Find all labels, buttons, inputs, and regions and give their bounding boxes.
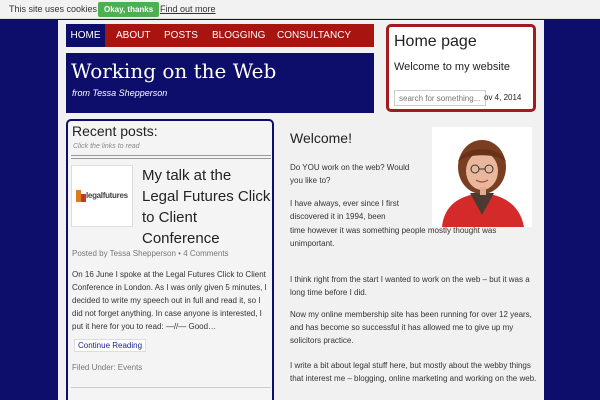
- divider: [71, 387, 271, 388]
- post-excerpt: On 16 June I spoke at the Legal Futures …: [72, 270, 267, 331]
- main-nav: HOME ABOUT POSTS BLOGGING CONSULTANCY: [66, 24, 374, 47]
- nav-item-consultancy[interactable]: CONSULTANCY: [277, 24, 351, 47]
- home-widget-welcome: Welcome to my website: [394, 61, 510, 73]
- post-meta: Posted by Tessa Shepperson • 4 Comments: [72, 249, 229, 258]
- divider: [71, 158, 271, 159]
- meta-separator: •: [178, 249, 181, 258]
- author-photo: [432, 127, 532, 227]
- post-comments-link[interactable]: 4 Comments: [183, 249, 228, 258]
- post-category[interactable]: Filed Under: Events: [72, 363, 142, 372]
- search-input[interactable]: [394, 90, 486, 106]
- continue-reading-button[interactable]: Continue Reading: [74, 339, 147, 352]
- cookie-bar: This site uses cookies Okay, thanks Find…: [0, 0, 600, 19]
- recent-posts-title: Recent posts:: [72, 123, 158, 139]
- home-widget: Home page Welcome to my website ov 4, 20…: [386, 24, 536, 112]
- post-title-link[interactable]: My talk at the Legal Futures Click to Cl…: [142, 165, 272, 249]
- recent-posts-hint: Click the links to read: [73, 143, 140, 150]
- nav-item-home[interactable]: HOME: [66, 24, 105, 47]
- cookie-accept-button[interactable]: Okay, thanks: [98, 2, 160, 17]
- logo-text: legalfutures: [86, 191, 128, 200]
- cookie-more-link[interactable]: Find out more: [160, 4, 216, 14]
- home-widget-title: Home page: [394, 33, 477, 50]
- welcome-heading: Welcome!: [290, 130, 352, 146]
- nav-item-blogging[interactable]: BLOGGING: [212, 24, 265, 47]
- date-text: ov 4, 2014: [484, 93, 522, 102]
- site-title[interactable]: Working on the Web: [71, 59, 276, 83]
- intro-paragraph-1: Do YOU work on the web? Would you like t…: [290, 163, 410, 185]
- intro-paragraph-2: I have always, ever since I first discov…: [290, 199, 399, 221]
- post-meta-prefix: Posted by: [72, 249, 108, 258]
- post-thumbnail[interactable]: legalfutures: [71, 165, 133, 227]
- site-subtitle: from Tessa Shepperson: [72, 88, 168, 98]
- recent-posts-widget: Recent posts: Click the links to read le…: [66, 119, 274, 400]
- intro-paragraph-4: Now my online membership site has been r…: [290, 310, 532, 345]
- site-header: Working on the Web from Tessa Shepperson: [66, 53, 374, 113]
- intro-paragraph-5: I write a bit about legal stuff here, bu…: [290, 361, 537, 383]
- nav-item-posts[interactable]: POSTS: [164, 24, 198, 47]
- intro-paragraph-2-cont: time however it was something people mos…: [290, 226, 497, 248]
- legalfutures-logo-icon: [76, 190, 86, 202]
- intro-paragraph-3: I think right from the start I wanted to…: [290, 275, 530, 297]
- divider: [71, 155, 271, 156]
- nav-item-about[interactable]: ABOUT: [116, 24, 150, 47]
- cookie-text: This site uses cookies: [9, 4, 98, 14]
- post-author-link[interactable]: Tessa Shepperson: [110, 249, 176, 258]
